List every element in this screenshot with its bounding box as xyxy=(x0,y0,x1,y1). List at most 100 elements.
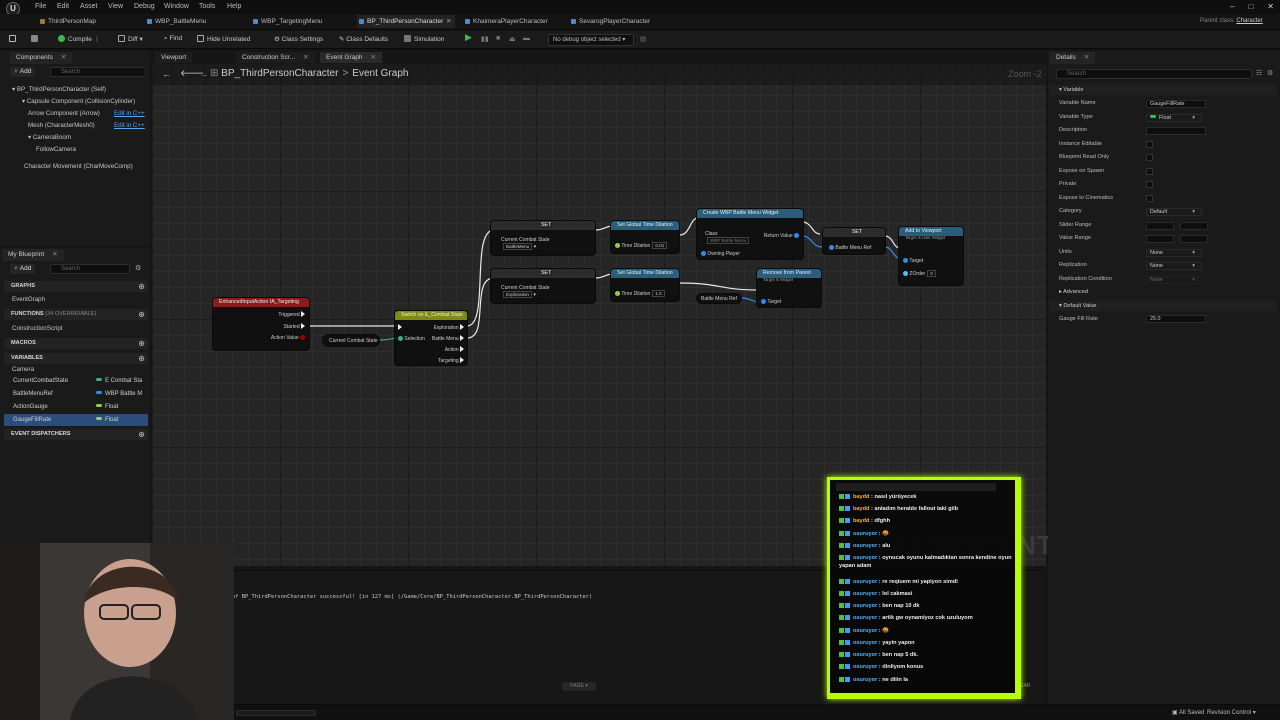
pin-class[interactable]: Class WBP Battle Menu xyxy=(705,231,750,244)
variable-actiongauge[interactable]: ActionGauge Float xyxy=(4,401,148,413)
details-value-select[interactable]: None ▾ xyxy=(1146,276,1202,284)
range-input[interactable] xyxy=(1146,222,1174,230)
edit-in-cpp-link[interactable]: Edit in C++ xyxy=(114,122,145,129)
pin-target[interactable]: Target xyxy=(761,299,781,305)
pin-triggered[interactable]: Triggered xyxy=(278,311,305,318)
pin-action-value[interactable]: Action Value xyxy=(271,335,305,341)
details-value-input[interactable]: Float ▾ xyxy=(1146,114,1202,122)
pin-battle-menu-ref[interactable]: Battle Menu Ref xyxy=(829,245,871,251)
variable-currentcombatstate[interactable]: CurrentCombatState E Combat Sta xyxy=(4,375,148,387)
node-add-to-viewport[interactable]: Add to Viewport Target is User Widget Ta… xyxy=(898,226,964,286)
camera-variable-group[interactable]: Camera xyxy=(12,366,34,373)
debug-options-icon[interactable]: ▤ xyxy=(640,35,646,43)
node-set-combat-state-battlemenu[interactable]: SET Current Combat State BattleMenu ▾ xyxy=(490,220,596,256)
add-member-button[interactable]: + Add xyxy=(10,264,36,274)
pin-return-value[interactable]: Return Value xyxy=(764,233,799,239)
pin-action[interactable]: Action xyxy=(445,346,464,353)
save-icon[interactable] xyxy=(9,35,19,43)
range-input[interactable] xyxy=(1146,235,1174,243)
gauge-fill-rate-input[interactable]: 25.0 xyxy=(1146,315,1206,323)
pin-exec-in[interactable] xyxy=(398,324,402,331)
menu-window[interactable]: Window xyxy=(164,3,189,10)
forward-arrow-icon[interactable]: → xyxy=(199,69,208,79)
component-capsule[interactable]: ▾ Capsule Component (CollisionCylinder) xyxy=(22,98,135,105)
window-tab-thirdpersonmap[interactable]: ThirdPersonMap xyxy=(38,15,96,28)
details-value-input[interactable]: GaugeFillRate xyxy=(1146,100,1206,108)
menu-tools[interactable]: Tools xyxy=(199,3,215,10)
details-value-select[interactable]: Default ▾ xyxy=(1146,208,1202,216)
pin-zorder[interactable]: ZOrder 0 xyxy=(903,270,936,277)
window-tab-bp-thirdpersoncharacter[interactable]: BP_ThirdPersonCharacter ✕ xyxy=(357,15,455,28)
details-checkbox[interactable] xyxy=(1146,154,1153,161)
macros-category[interactable]: MACROS ⊕ xyxy=(4,338,148,349)
menu-asset[interactable]: Asset xyxy=(80,3,98,10)
eject-icon[interactable]: ⏏ xyxy=(509,35,516,43)
details-checkbox[interactable] xyxy=(1146,168,1153,175)
pin-time-dilation[interactable]: Time Dilation 0.01 xyxy=(615,242,668,249)
window-tab-sevarog[interactable]: SevarogPlayerCharacter xyxy=(569,15,650,28)
event-dispatchers-category[interactable]: EVENT DISPATCHERS ⊕ xyxy=(4,429,148,440)
variable-battlemenuref[interactable]: BattleMenuRef WBP Battle M xyxy=(4,388,148,400)
node-remove-from-parent[interactable]: Remove from Parent Target is Widget Targ… xyxy=(756,268,822,308)
details-value-select[interactable]: None ▾ xyxy=(1146,249,1202,257)
details-value-input[interactable] xyxy=(1146,127,1206,135)
gear-icon[interactable]: ⚙ xyxy=(1267,69,1273,77)
components-search-input[interactable]: Search xyxy=(50,67,146,77)
page-button[interactable]: PAGE ▾ xyxy=(562,682,596,691)
details-default-value-category[interactable]: ▾ Default Value xyxy=(1049,301,1277,311)
revision-control-button[interactable]: Revision Control ▾ xyxy=(1207,709,1256,716)
components-tab[interactable]: Components ✕ xyxy=(10,52,73,64)
back-arrow-icon[interactable]: ← xyxy=(162,69,171,79)
node-get-battle-menu-ref[interactable]: Battle Menu Ref xyxy=(696,293,742,304)
class-defaults-button[interactable]: ✎ Class Defaults xyxy=(339,35,388,43)
all-saved-indicator[interactable]: ▣ All Saved xyxy=(1172,709,1204,716)
pin-owning-player[interactable]: Owning Player xyxy=(701,251,740,257)
parent-class-value[interactable]: Character xyxy=(1236,18,1262,24)
step-icon[interactable]: ▬ xyxy=(523,35,530,42)
node-get-current-combat-state[interactable]: Current Combat State xyxy=(322,334,380,347)
range-input[interactable] xyxy=(1180,222,1208,230)
pin-current-combat-state[interactable]: Current Combat State BattleMenu ▾ xyxy=(501,237,550,250)
node-set-combat-state-exploration[interactable]: SET Current Combat State Exploration ▾ xyxy=(490,268,596,304)
range-input[interactable] xyxy=(1180,235,1208,243)
stop-icon[interactable]: ■ xyxy=(496,35,500,42)
minimize-icon[interactable]: – xyxy=(1230,2,1234,11)
details-checkbox[interactable] xyxy=(1146,141,1153,148)
menu-view[interactable]: View xyxy=(108,3,123,10)
pin-selection[interactable]: Selection xyxy=(398,336,425,342)
component-arrow[interactable]: Arrow Component (Arrow) xyxy=(28,110,100,117)
list-view-icon[interactable]: ☷ xyxy=(1256,69,1262,77)
pin-targeting[interactable]: Targeting xyxy=(438,357,464,364)
console-input[interactable] xyxy=(236,710,316,716)
window-tab-khaimera[interactable]: KhaimeraPlayerCharacter xyxy=(463,15,548,28)
details-advanced-toggle[interactable]: ▸ Advanced xyxy=(1049,287,1277,297)
edit-in-cpp-link[interactable]: Edit in C++ xyxy=(114,110,145,117)
details-variable-category[interactable]: ▾ Variable xyxy=(1049,85,1277,95)
play-icon[interactable]: ▶ xyxy=(465,32,472,43)
simulation-button[interactable]: Simulation xyxy=(404,35,444,43)
pin-current-combat-state[interactable]: Current Combat State Exploration ▾ xyxy=(501,285,550,298)
maximize-icon[interactable]: □ xyxy=(1248,2,1253,11)
browse-icon[interactable] xyxy=(31,35,41,43)
pin-time-dilation[interactable]: Time Dilation 1.0 xyxy=(615,290,665,297)
node-set-global-time-dilation-1[interactable]: Set Global Time Dilation Time Dilation 0.… xyxy=(610,220,680,254)
variables-category[interactable]: VARIABLES ⊕ xyxy=(4,353,148,364)
component-character-movement[interactable]: Character Movement (CharMoveComp) xyxy=(24,163,133,170)
window-tab-wbp-battlemenu[interactable]: WBP_BattleMenu xyxy=(145,15,206,28)
construction-script-item[interactable]: ConstructionScript xyxy=(12,325,63,332)
find-button[interactable]: ⌕ Find xyxy=(164,35,182,43)
functions-category[interactable]: FUNCTIONS (34 OVERRIDABLE) ⊕ xyxy=(4,309,148,320)
pin-started[interactable]: Started xyxy=(283,323,305,330)
debug-object-select[interactable]: No debug object selected ▾ xyxy=(548,34,634,46)
node-set-battle-menu-ref[interactable]: SET Battle Menu Ref xyxy=(822,227,886,255)
menu-edit[interactable]: Edit xyxy=(57,3,69,10)
node-switch-on-combat-state[interactable]: Switch on E_Combat State Selection Explo… xyxy=(394,310,468,366)
compile-button[interactable]: Compile ⋮ xyxy=(58,35,100,43)
node-set-global-time-dilation-2[interactable]: Set Global Time Dilation Time Dilation 1.… xyxy=(610,268,680,302)
diff-button[interactable]: Diff ▾ xyxy=(118,35,143,43)
variable-gaugefillrate[interactable]: GaugeFillRate Float xyxy=(4,414,148,426)
details-checkbox[interactable] xyxy=(1146,195,1153,202)
details-tab[interactable]: Details ✕ xyxy=(1050,52,1096,64)
component-self[interactable]: ▾ BP_ThirdPersonCharacter (Self) xyxy=(12,86,106,93)
my-blueprint-tab[interactable]: My Blueprint ✕ xyxy=(2,249,64,261)
